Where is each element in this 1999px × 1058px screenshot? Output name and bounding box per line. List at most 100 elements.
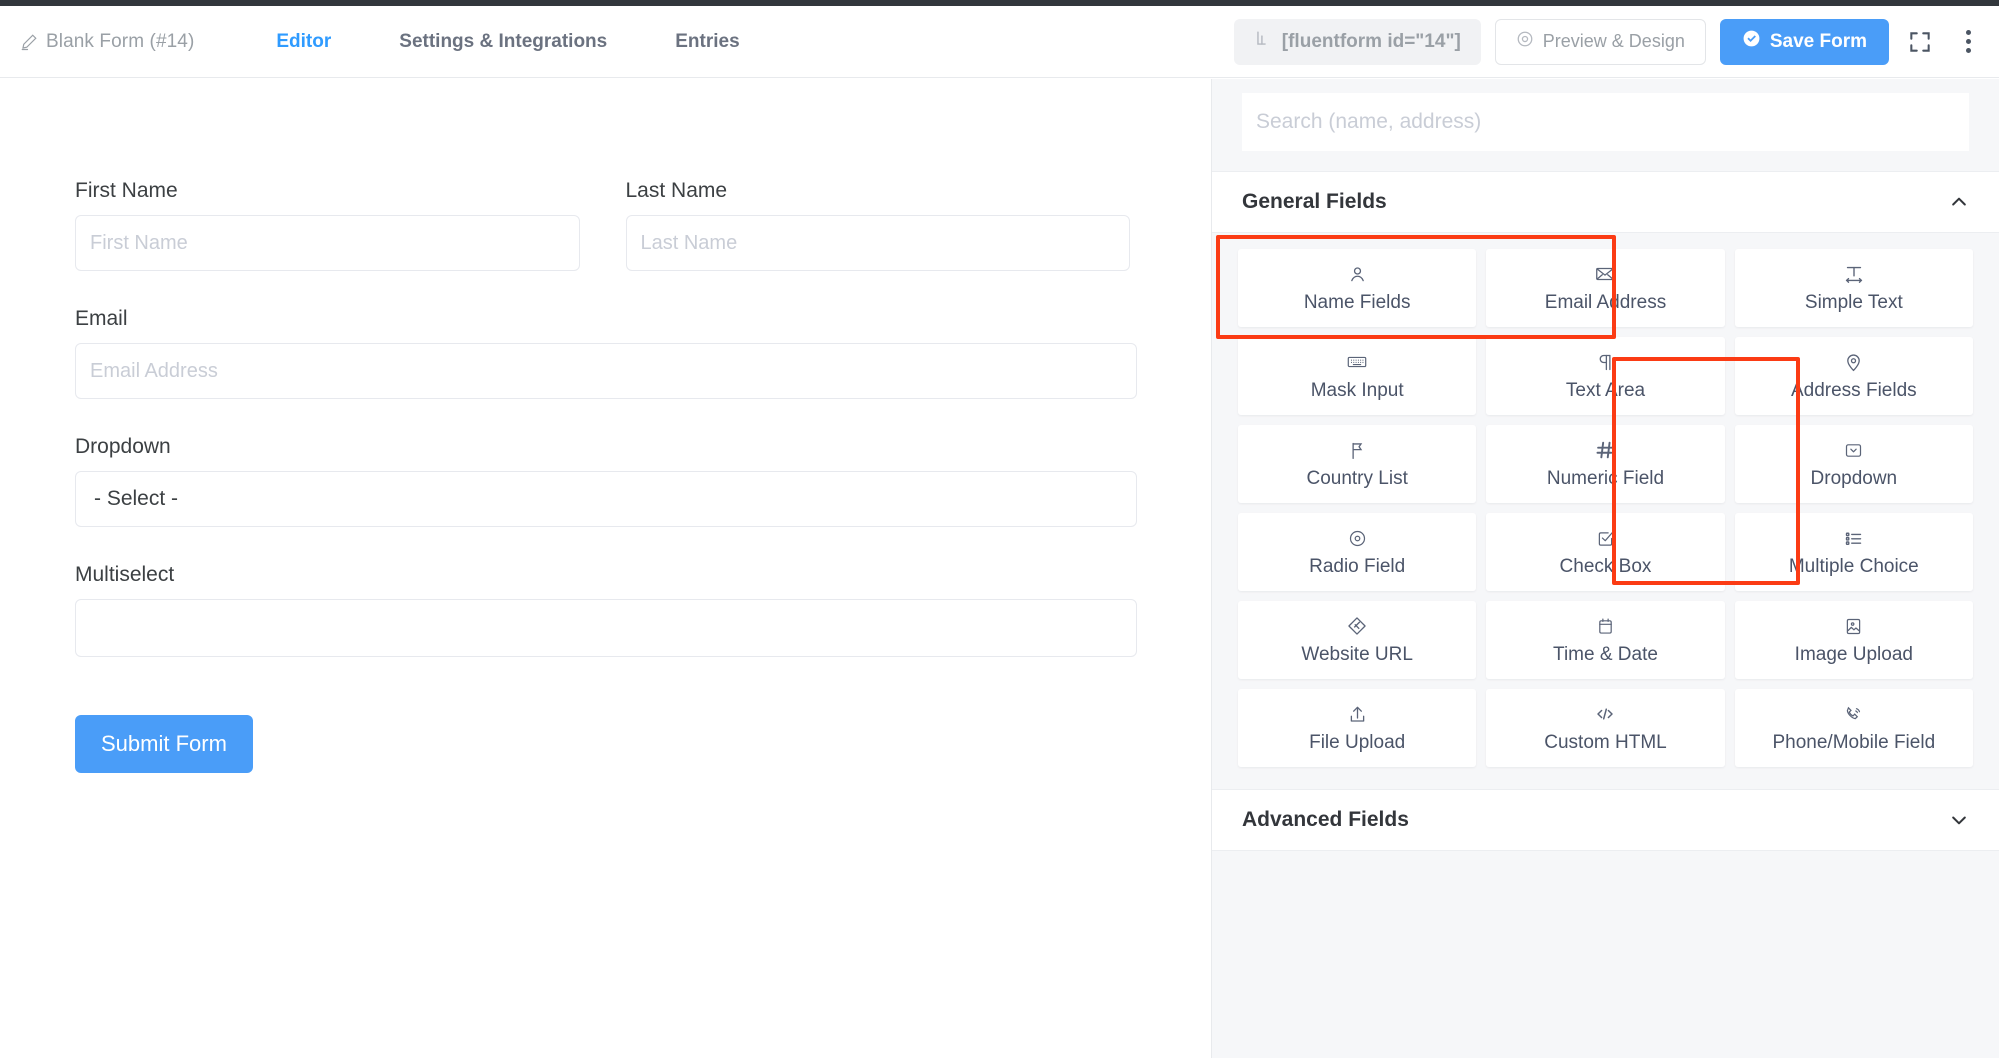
tab-editor[interactable]: Editor [242,6,365,77]
text-width-icon [1843,262,1865,286]
list-icon [1843,526,1864,550]
keyboard-icon [1346,350,1368,374]
field-card-label: File Upload [1309,732,1406,753]
app-header: Blank Form (#14) Editor Settings & Integ… [0,6,1999,78]
submit-form-button[interactable]: Submit Form [75,715,253,773]
check-circle-icon [1742,29,1761,54]
shortcode-icon [1254,29,1273,54]
field-card-file-upload[interactable]: File Upload [1238,689,1477,767]
section-title: Advanced Fields [1242,808,1409,831]
field-card-country-list[interactable]: Country List [1238,425,1477,503]
flag-icon [1347,438,1368,462]
panel-search-wrap [1212,79,1999,171]
dropdown-select[interactable]: - Select - [75,471,1137,527]
field-first-name[interactable]: First Name [75,179,580,271]
form-canvas: First Name Last Name Email Dropdown - Se… [0,79,1211,1058]
field-card-label: Image Upload [1794,644,1913,665]
kebab-menu-icon[interactable] [1951,25,1985,59]
radio-circle-icon [1347,526,1368,550]
eye-icon [1516,30,1534,53]
chevron-up-icon[interactable] [1949,192,1969,212]
shortcode-field[interactable]: [fluentform id="14"] [1233,18,1481,65]
shortcode-text: [fluentform id="14"] [1281,30,1461,52]
field-label: Email [75,307,128,330]
fields-panel: General Fields Name Fields [1211,79,1999,1058]
field-card-label: Email Address [1544,292,1667,313]
field-card-label: Time & Date [1553,644,1658,665]
chevron-down-icon[interactable] [1949,810,1969,830]
header-left: Blank Form (#14) Editor Settings & Integ… [0,6,774,77]
form-preview: First Name Last Name Email Dropdown - Se… [0,79,1137,773]
field-card-label: Custom HTML [1544,732,1667,753]
field-card-label: Dropdown [1810,468,1898,489]
field-card-address-fields[interactable]: Address Fields [1734,337,1973,415]
paragraph-icon [1595,350,1616,374]
field-card-multiple-choice[interactable]: Multiple Choice [1734,513,1973,591]
user-icon [1347,262,1368,286]
preview-design-button[interactable]: Preview & Design [1494,18,1706,65]
dropdown-value: - Select - [94,487,179,510]
section-title: General Fields [1242,190,1387,213]
calendar-icon [1595,614,1616,638]
map-pin-icon [1843,350,1864,374]
field-card-image-upload[interactable]: Image Upload [1734,601,1973,679]
form-title-group[interactable]: Blank Form (#14) [20,31,194,53]
last-name-input[interactable] [625,215,1130,271]
field-card-label: Mask Input [1310,380,1404,401]
hash-icon [1594,438,1616,462]
field-card-label: Country List [1306,468,1408,489]
field-label: Dropdown [75,435,171,458]
field-card-label: Website URL [1301,644,1413,665]
envelope-icon [1594,262,1616,286]
header-tabs: Editor Settings & Integrations Entries [242,6,773,77]
field-card-time-date[interactable]: Time & Date [1486,601,1725,679]
field-card-phone-mobile-field[interactable]: Phone/Mobile Field [1734,689,1973,767]
field-card-label: Numeric Field [1546,468,1665,489]
section-advanced-fields[interactable]: Advanced Fields [1212,789,1999,851]
upload-icon [1347,702,1368,726]
field-card-label: Multiple Choice [1788,556,1919,577]
field-multiselect[interactable]: Multiselect [75,563,1137,657]
dropdown-box-icon [1843,438,1864,462]
field-dropdown[interactable]: Dropdown - Select - [75,435,1137,527]
field-card-label: Check Box [1559,556,1652,577]
preview-design-label: Preview & Design [1542,31,1685,51]
general-fields-grid: Name Fields Email Address Simple Text Ma… [1212,233,1999,789]
tab-settings-integrations[interactable]: Settings & Integrations [365,6,641,77]
tab-entries[interactable]: Entries [641,6,773,77]
save-form-button[interactable]: Save Form [1719,18,1889,65]
field-card-radio-field[interactable]: Radio Field [1238,513,1477,591]
fullscreen-icon[interactable] [1903,25,1937,59]
checkbox-icon [1595,526,1616,550]
header-actions: [fluentform id="14"] Preview & Design Sa… [1233,6,1985,77]
image-icon [1843,614,1864,638]
pencil-icon [20,33,38,51]
field-card-check-box[interactable]: Check Box [1486,513,1725,591]
field-card-custom-html[interactable]: Custom HTML [1486,689,1725,767]
field-email[interactable]: Email [75,307,1137,399]
code-icon [1593,702,1617,726]
name-row: First Name Last Name [75,179,1130,307]
field-card-mask-input[interactable]: Mask Input [1238,337,1477,415]
field-card-website-url[interactable]: Website URL [1238,601,1477,679]
field-card-label: Radio Field [1309,556,1406,577]
field-card-simple-text[interactable]: Simple Text [1734,249,1973,327]
section-general-fields[interactable]: General Fields [1212,171,1999,233]
email-input[interactable] [75,343,1137,399]
field-label: Multiselect [75,563,175,586]
field-card-dropdown[interactable]: Dropdown [1734,425,1973,503]
field-card-text-area[interactable]: Text Area [1486,337,1725,415]
field-label: First Name [75,179,178,202]
multiselect-input[interactable] [75,599,1137,657]
field-last-name[interactable]: Last Name [625,179,1130,271]
first-name-input[interactable] [75,215,580,271]
link-diamond-icon [1346,614,1368,638]
field-card-numeric-field[interactable]: Numeric Field [1486,425,1725,503]
field-card-name-fields[interactable]: Name Fields [1238,249,1477,327]
field-card-email-address[interactable]: Email Address [1486,249,1725,327]
field-card-label: Phone/Mobile Field [1772,732,1936,753]
field-label: Last Name [625,179,728,202]
field-card-label: Simple Text [1804,292,1903,313]
search-input[interactable] [1242,93,1969,151]
form-title: Blank Form (#14) [46,30,195,52]
